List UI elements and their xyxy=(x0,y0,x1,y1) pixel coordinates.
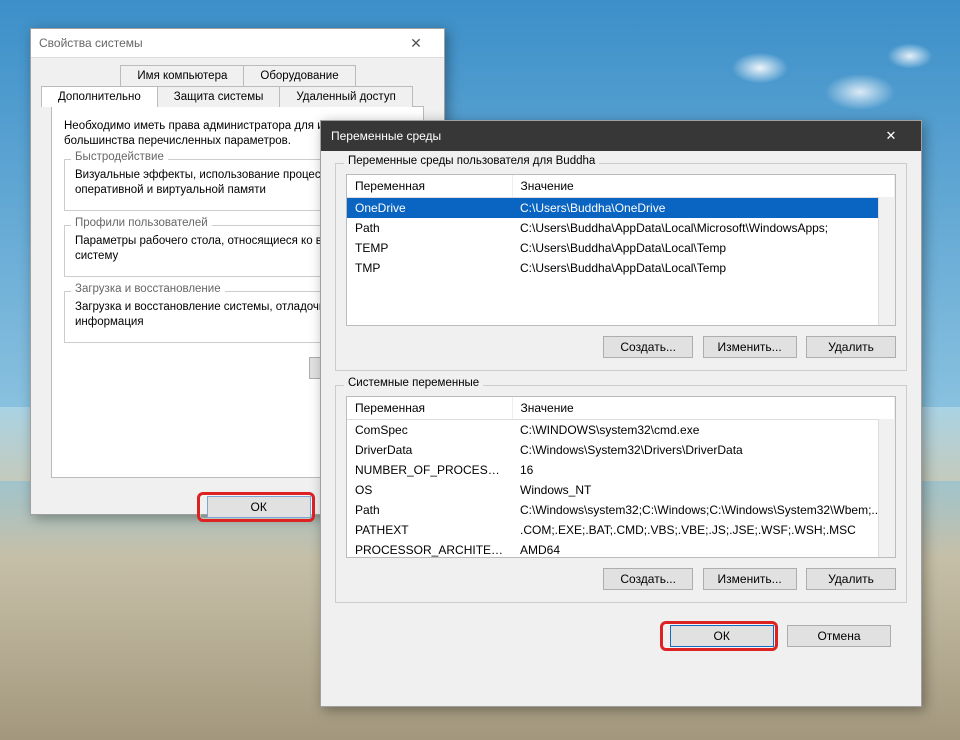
user-vars-section: Переменные среды пользователя для Buddha… xyxy=(335,163,907,371)
titlebar[interactable]: Переменные среды ✕ xyxy=(321,121,921,151)
titlebar[interactable]: Свойства системы ✕ xyxy=(31,29,444,58)
var-name: ComSpec xyxy=(347,420,512,441)
col-value[interactable]: Значение xyxy=(512,397,895,420)
var-value: C:\WINDOWS\system32\cmd.exe xyxy=(512,420,895,441)
table-row[interactable]: PROCESSOR_ARCHITECTUREAMD64 xyxy=(347,540,895,558)
var-name: OS xyxy=(347,480,512,500)
table-row[interactable]: DriverDataC:\Windows\System32\Drivers\Dr… xyxy=(347,440,895,460)
env-vars-window: Переменные среды ✕ Переменные среды поль… xyxy=(320,120,922,707)
delete-button[interactable]: Удалить xyxy=(806,568,896,590)
scrollbar[interactable] xyxy=(878,197,895,325)
var-value: AMD64 xyxy=(512,540,895,558)
group-title: Быстродействие xyxy=(71,151,168,163)
var-name: Path xyxy=(347,500,512,520)
var-name: OneDrive xyxy=(347,198,512,219)
group-title: Профили пользователей xyxy=(71,217,212,229)
system-vars-table[interactable]: Переменная Значение ComSpecC:\WINDOWS\sy… xyxy=(346,396,896,558)
scrollbar[interactable] xyxy=(878,419,895,557)
table-row[interactable]: PathC:\Users\Buddha\AppData\Local\Micros… xyxy=(347,218,895,238)
var-name: Path xyxy=(347,218,512,238)
var-value: C:\Windows\system32;C:\Windows;C:\Window… xyxy=(512,500,895,520)
var-value: C:\Users\Buddha\AppData\Local\Temp xyxy=(512,258,895,278)
var-value: .COM;.EXE;.BAT;.CMD;.VBS;.VBE;.JS;.JSE;.… xyxy=(512,520,895,540)
section-title: Системные переменные xyxy=(344,377,483,389)
var-value: 16 xyxy=(512,460,895,480)
table-row[interactable]: PathC:\Windows\system32;C:\Windows;C:\Wi… xyxy=(347,500,895,520)
tab-system-protection[interactable]: Защита системы xyxy=(157,86,281,107)
close-icon[interactable]: ✕ xyxy=(871,128,911,144)
new-button[interactable]: Создать... xyxy=(603,336,693,358)
table-row[interactable]: OneDriveC:\Users\Buddha\OneDrive xyxy=(347,198,895,219)
edit-button[interactable]: Изменить... xyxy=(703,336,797,358)
var-name: PATHEXT xyxy=(347,520,512,540)
table-row[interactable]: PATHEXT.COM;.EXE;.BAT;.CMD;.VBS;.VBE;.JS… xyxy=(347,520,895,540)
var-name: PROCESSOR_ARCHITECTURE xyxy=(347,540,512,558)
table-row[interactable]: ComSpecC:\WINDOWS\system32\cmd.exe xyxy=(347,420,895,441)
cancel-button[interactable]: Отмена xyxy=(787,625,891,647)
tab-hardware[interactable]: Оборудование xyxy=(243,65,355,86)
var-value: C:\Users\Buddha\OneDrive xyxy=(512,198,895,219)
col-variable[interactable]: Переменная xyxy=(347,175,512,198)
delete-button[interactable]: Удалить xyxy=(806,336,896,358)
tab-advanced[interactable]: Дополнительно xyxy=(41,86,158,107)
table-row[interactable]: NUMBER_OF_PROCESSORS16 xyxy=(347,460,895,480)
var-value: Windows_NT xyxy=(512,480,895,500)
ok-button[interactable]: ОК xyxy=(670,625,774,647)
ok-button[interactable]: ОК xyxy=(207,496,311,518)
var-name: TMP xyxy=(347,258,512,278)
var-name: DriverData xyxy=(347,440,512,460)
tab-computer-name[interactable]: Имя компьютера xyxy=(120,65,244,86)
system-vars-section: Системные переменные Переменная Значение… xyxy=(335,385,907,603)
window-title: Переменные среды xyxy=(331,129,441,143)
window-title: Свойства системы xyxy=(39,36,143,50)
ok-highlight: ОК xyxy=(660,621,778,651)
var-value: C:\Windows\System32\Drivers\DriverData xyxy=(512,440,895,460)
var-name: TEMP xyxy=(347,238,512,258)
section-title: Переменные среды пользователя для Buddha xyxy=(344,155,599,167)
user-vars-table[interactable]: Переменная Значение OneDriveC:\Users\Bud… xyxy=(346,174,896,326)
col-value[interactable]: Значение xyxy=(512,175,895,198)
ok-highlight: ОК xyxy=(197,492,315,522)
table-row[interactable]: TEMPC:\Users\Buddha\AppData\Local\Temp xyxy=(347,238,895,258)
var-value: C:\Users\Buddha\AppData\Local\Microsoft\… xyxy=(512,218,895,238)
edit-button[interactable]: Изменить... xyxy=(703,568,797,590)
table-row[interactable]: OSWindows_NT xyxy=(347,480,895,500)
close-icon[interactable]: ✕ xyxy=(396,35,436,52)
var-value: C:\Users\Buddha\AppData\Local\Temp xyxy=(512,238,895,258)
new-button[interactable]: Создать... xyxy=(603,568,693,590)
col-variable[interactable]: Переменная xyxy=(347,397,512,420)
var-name: NUMBER_OF_PROCESSORS xyxy=(347,460,512,480)
tab-remote[interactable]: Удаленный доступ xyxy=(279,86,412,107)
group-title: Загрузка и восстановление xyxy=(71,283,225,295)
table-row[interactable]: TMPC:\Users\Buddha\AppData\Local\Temp xyxy=(347,258,895,278)
